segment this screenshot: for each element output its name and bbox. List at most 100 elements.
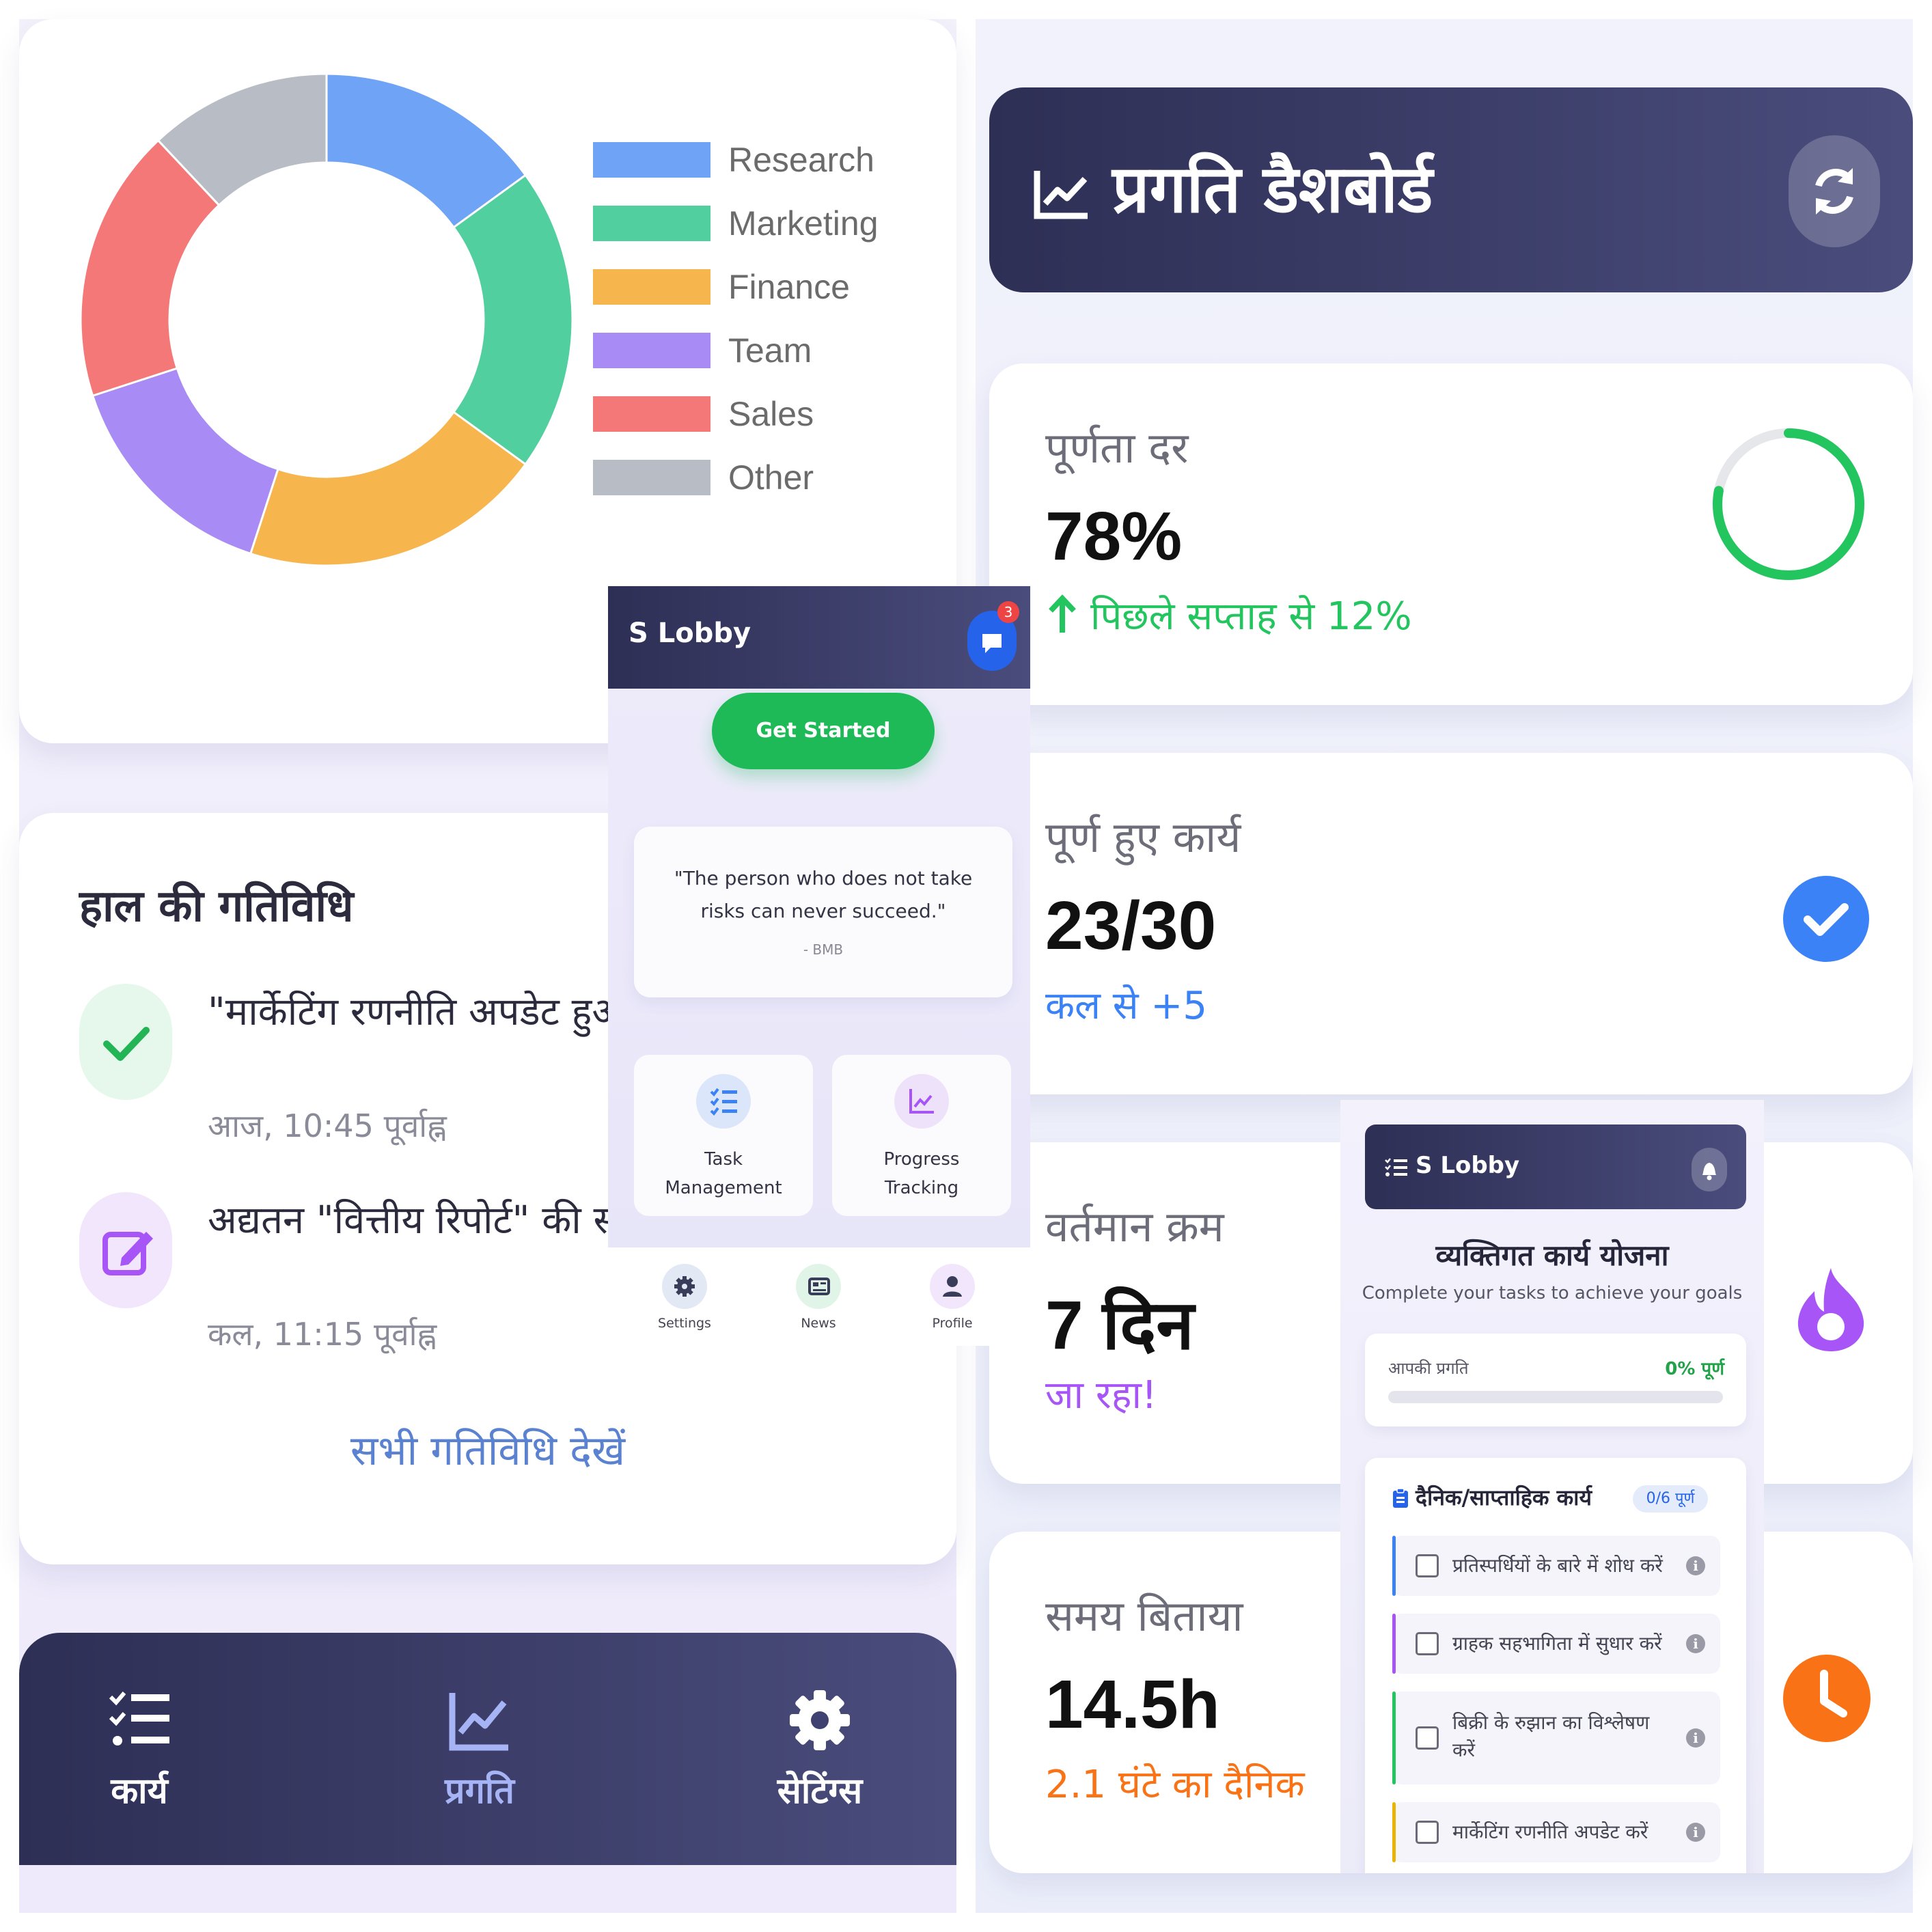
feature-card-tasks[interactable]: Task Management	[634, 1055, 813, 1216]
legend-item: Finance	[593, 268, 850, 306]
quote-text: "The person who does not take risks can …	[674, 867, 973, 922]
stat-value: 23/30	[1045, 887, 1217, 964]
stat-value: 14.5h	[1045, 1666, 1220, 1743]
donut-slice-marketing	[452, 174, 574, 466]
legend-item: Research	[593, 141, 874, 179]
stat-sub: जा रहा!	[1045, 1373, 1157, 1418]
task-item[interactable]: प्रतिस्पर्धियों के बारे में शोध करें i	[1392, 1536, 1720, 1596]
task-item[interactable]: ग्राहक सहभागिता में सुधार करें i	[1392, 1614, 1720, 1674]
app-header: S Lobby	[1365, 1124, 1746, 1209]
feature-label: Task Management	[665, 1149, 782, 1198]
phone-mockup-home: S Lobby 3 Get Started "The person who do…	[608, 586, 1030, 1346]
feature-card-progress[interactable]: Progress Tracking	[832, 1055, 1011, 1216]
legend-swatch	[593, 396, 710, 432]
legend-item: Team	[593, 331, 812, 370]
completion-ring	[1713, 428, 1864, 580]
notification-badge: 3	[997, 601, 1019, 623]
bottom-nav: कार्य प्रगति सेटिंग्स	[19, 1633, 956, 1865]
legend-item: Sales	[593, 395, 814, 433]
check-circle-icon	[1783, 876, 1869, 962]
info-icon[interactable]: i	[1686, 1823, 1705, 1842]
stat-sub-text: पिछले सप्ताह से 12%	[1090, 594, 1412, 639]
info-icon[interactable]: i	[1686, 1728, 1705, 1748]
task-accent	[1392, 1536, 1396, 1596]
stat-value: 78%	[1045, 498, 1183, 575]
nav-label: Settings	[658, 1316, 711, 1331]
legend-swatch	[593, 206, 710, 241]
gear-icon	[787, 1687, 853, 1753]
stat-sub: पिछले सप्ताह से 12%	[1045, 589, 1412, 641]
nav-label: प्रगति	[445, 1771, 514, 1812]
stat-card-completion: पूर्णता दर 78% पिछले सप्ताह से 12%	[989, 363, 1913, 705]
nav-tasks[interactable]: कार्य	[37, 1687, 242, 1814]
legend-item: Other	[593, 458, 814, 497]
task-label: प्रतिस्पर्धियों के बारे में शोध करें	[1452, 1554, 1663, 1577]
progress-card: आपकी प्रगति 0% पूर्ण	[1365, 1334, 1746, 1426]
progress-label: आपकी प्रगति	[1388, 1359, 1469, 1378]
task-accent	[1392, 1692, 1396, 1784]
nav-settings[interactable]: सेटिंग्स	[717, 1687, 922, 1814]
task-checkbox[interactable]	[1416, 1821, 1439, 1844]
legend-swatch	[593, 269, 710, 305]
stat-label: पूर्णता दर	[1045, 423, 1189, 473]
plan-subtitle: Complete your tasks to achieve your goal…	[1362, 1283, 1743, 1303]
phone-mockup-taskplan: S Lobby व्यक्तिगत कार्य योजना Complete y…	[1340, 1100, 1764, 1873]
refresh-icon[interactable]	[1789, 135, 1880, 247]
chart-icon	[1033, 168, 1090, 220]
nav-profile[interactable]: Profile	[906, 1264, 999, 1331]
task-checkbox[interactable]	[1416, 1554, 1439, 1577]
gear-icon	[662, 1264, 707, 1309]
chart-icon	[447, 1687, 512, 1753]
activity-time: कल, 11:15 पूर्वाह्न	[208, 1316, 437, 1353]
stat-label: समय बिताया	[1045, 1591, 1243, 1641]
legend-label: Finance	[728, 268, 850, 306]
dashboard-title: प्रगति डैशबोर्ड	[1112, 151, 1433, 227]
task-item[interactable]: मार्केटिंग रणनीति अपडेट करें i	[1392, 1802, 1720, 1862]
app-title: S Lobby	[629, 618, 751, 649]
tasks-icon	[107, 1687, 172, 1753]
legend-label: Sales	[728, 395, 814, 433]
info-icon[interactable]: i	[1686, 1634, 1705, 1653]
clock-icon	[1783, 1655, 1871, 1742]
bell-icon[interactable]	[1692, 1148, 1727, 1191]
legend-label: Research	[728, 141, 874, 179]
info-icon[interactable]: i	[1686, 1556, 1705, 1575]
stat-label: पूर्ण हुए कार्य	[1045, 812, 1241, 862]
quote-author: - BMB	[803, 941, 844, 958]
legend-swatch	[593, 333, 710, 368]
task-label: मार्केटिंग रणनीति अपडेट करें	[1452, 1821, 1648, 1843]
quote-card: "The person who does not take risks can …	[634, 827, 1012, 997]
get-started-button[interactable]: Get Started	[712, 693, 935, 769]
arrow-up-icon	[1045, 594, 1079, 635]
app-header: S Lobby 3	[608, 586, 1030, 689]
view-all-link[interactable]: सभी गतिविधि देखें	[19, 1421, 956, 1477]
fire-icon	[1793, 1265, 1869, 1353]
nav-settings[interactable]: Settings	[638, 1264, 731, 1331]
task-checkbox[interactable]	[1416, 1726, 1439, 1750]
stat-label: वर्तमान क्रम	[1045, 1202, 1224, 1252]
legend-swatch	[593, 142, 710, 178]
legend-item: Marketing	[593, 204, 879, 243]
legend-label: Other	[728, 458, 814, 497]
progress-track	[1388, 1391, 1723, 1403]
task-checkbox[interactable]	[1416, 1632, 1439, 1655]
activity-title: हाल की गतिविधि	[79, 881, 354, 932]
stat-sub: 2.1 घंटे का दैनिक	[1045, 1763, 1305, 1807]
nav-label: कार्य	[111, 1771, 168, 1812]
donut-slice-team	[91, 367, 279, 555]
nav-label: Profile	[932, 1316, 973, 1331]
task-item[interactable]: बिक्री के रुझान का विश्लेषण करें i	[1392, 1692, 1720, 1784]
donut-chart	[79, 72, 574, 567]
stat-card-tasks: पूर्ण हुए कार्य 23/30 कल से +5	[989, 753, 1913, 1094]
feature-label: Progress Tracking	[883, 1149, 960, 1198]
donut-slice-finance	[249, 411, 527, 567]
tasks-badge: 0/6 पूर्ण	[1633, 1485, 1708, 1513]
user-icon	[930, 1264, 975, 1309]
chart-icon	[894, 1074, 949, 1129]
dashboard-header: प्रगति डैशबोर्ड	[989, 87, 1913, 292]
legend-label: Team	[728, 331, 812, 370]
nav-progress[interactable]: प्रगति	[377, 1687, 582, 1814]
task-accent	[1392, 1802, 1396, 1862]
nav-news[interactable]: News	[772, 1264, 865, 1331]
legend-swatch	[593, 460, 710, 495]
